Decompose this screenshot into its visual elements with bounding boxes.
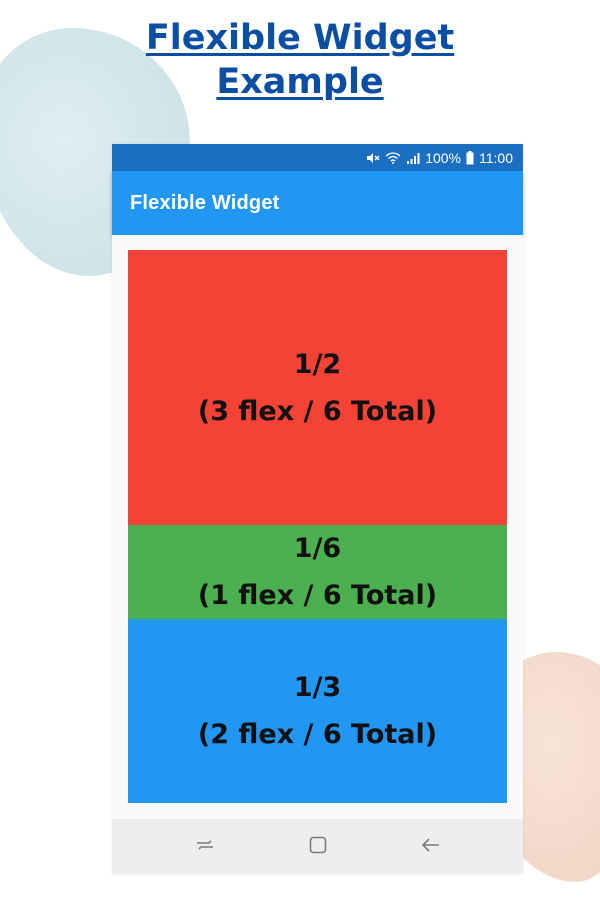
- flex-box-fraction: 1/3: [293, 672, 342, 704]
- page: Flexible Widget Example 100% 11:00 Flexi…: [0, 0, 600, 900]
- page-title: Flexible Widget Example: [0, 16, 600, 104]
- flex-box-third: 1/3 (2 flex / 6 Total): [128, 619, 507, 803]
- app-bar: Flexible Widget: [112, 171, 523, 235]
- page-title-line1: Flexible Widget: [145, 18, 455, 58]
- signal-icon: [406, 152, 420, 164]
- mute-icon: [366, 152, 380, 164]
- flex-box-description: (2 flex / 6 Total): [197, 719, 438, 751]
- back-icon: [420, 834, 442, 860]
- home-icon: [307, 834, 329, 860]
- navigation-bar: [112, 819, 523, 874]
- flex-box-fraction: 1/2: [293, 348, 342, 380]
- flex-box-fraction: 1/6: [293, 533, 342, 565]
- status-time: 11:00: [479, 149, 513, 166]
- page-title-line2: Example: [216, 62, 384, 102]
- back-button[interactable]: [411, 827, 451, 867]
- battery-icon: [466, 150, 474, 165]
- flex-column: 1/2 (3 flex / 6 Total) 1/6 (1 flex / 6 T…: [128, 250, 507, 803]
- status-bar: 100% 11:00: [112, 144, 523, 171]
- flex-box-description: (3 flex / 6 Total): [197, 395, 438, 427]
- app-bar-title: Flexible Widget: [130, 191, 280, 214]
- flex-box-half: 1/2 (3 flex / 6 Total): [128, 250, 507, 526]
- flex-box-description: (1 flex / 6 Total): [197, 580, 438, 612]
- battery-percent: 100%: [425, 149, 461, 166]
- home-button[interactable]: [298, 827, 338, 867]
- wifi-icon: [385, 151, 401, 164]
- recent-apps-button[interactable]: [185, 827, 225, 867]
- phone-screen: 100% 11:00 Flexible Widget 1/2 (3 flex /…: [112, 144, 523, 874]
- recent-apps-icon: [194, 834, 216, 860]
- flex-box-sixth: 1/6 (1 flex / 6 Total): [128, 525, 507, 620]
- app-body: 1/2 (3 flex / 6 Total) 1/6 (1 flex / 6 T…: [112, 235, 523, 819]
